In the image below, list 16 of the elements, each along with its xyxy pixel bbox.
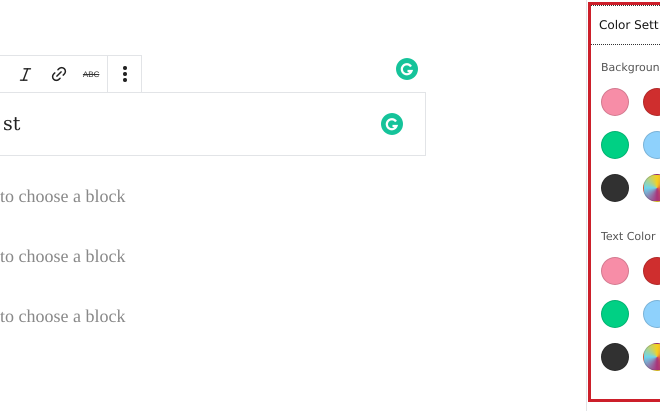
color-swatch[interactable]	[601, 88, 629, 116]
section-label: Text Color	[600, 229, 656, 243]
color-swatch[interactable]	[601, 174, 629, 202]
strikethrough-button[interactable]: ABC	[74, 56, 108, 92]
block-text: st	[2, 113, 20, 135]
more-options-icon	[122, 66, 127, 82]
block-placeholder[interactable]: to choose a block	[0, 177, 586, 216]
color-swatch[interactable]	[601, 131, 629, 159]
block-placeholder[interactable]: to choose a block	[0, 237, 586, 276]
section-label: Backgroun	[600, 60, 660, 74]
block-placeholder[interactable]: to choose a block	[0, 297, 586, 336]
color-swatch[interactable]	[601, 300, 629, 328]
panel-title[interactable]: Color Sett	[591, 5, 660, 45]
color-swatch[interactable]	[601, 343, 629, 371]
color-swatch[interactable]	[601, 257, 629, 285]
paragraph-block[interactable]: st	[0, 92, 426, 156]
